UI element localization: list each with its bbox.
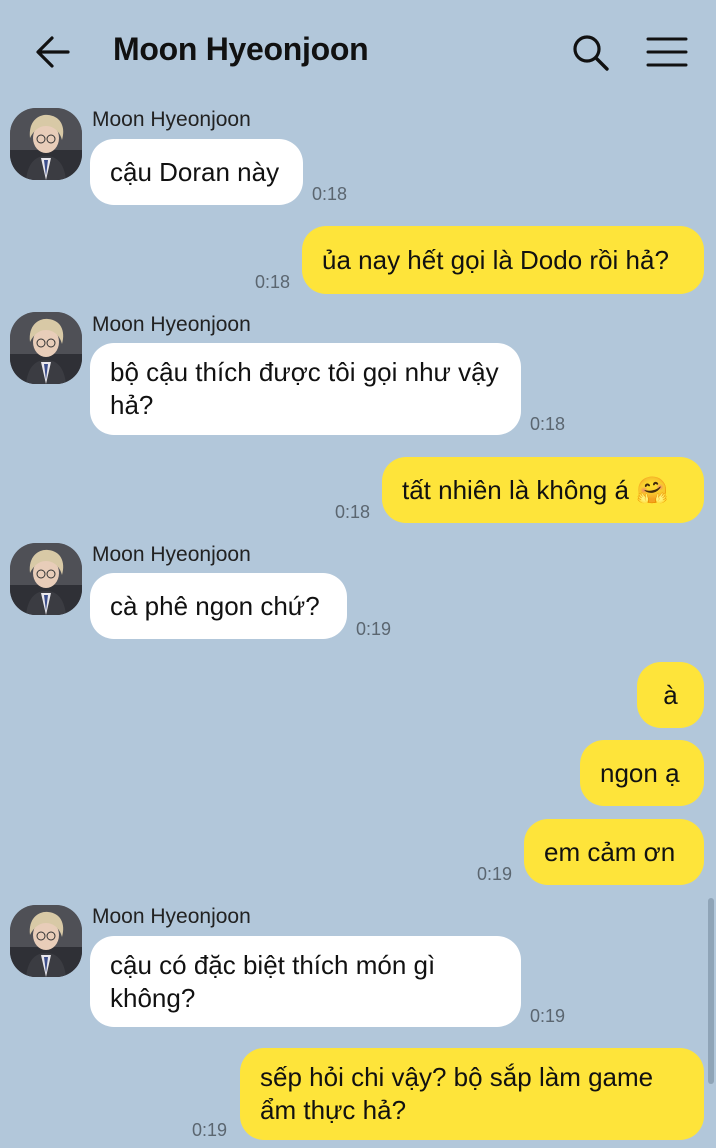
outgoing-message-bubble[interactable]: tất nhiên là không á 🤗 <box>382 457 704 523</box>
message-time: 0:19 <box>356 619 392 639</box>
message-time: 0:19 <box>192 1120 228 1140</box>
profile-photo-icon <box>10 312 82 384</box>
sender-name: Moon Hyeonjoon <box>92 313 251 336</box>
profile-photo-icon <box>10 543 82 615</box>
avatar[interactable] <box>10 905 82 977</box>
sender-name: Moon Hyeonjoon <box>92 543 251 566</box>
profile-photo-icon <box>10 108 82 180</box>
arrow-left-icon <box>36 36 70 68</box>
outgoing-message-bubble[interactable]: ủa nay hết gọi là Dodo rồi hả? <box>302 226 704 294</box>
message-time: 0:19 <box>477 864 513 884</box>
avatar[interactable] <box>10 543 82 615</box>
sender-name: Moon Hyeonjoon <box>92 108 251 131</box>
outgoing-message-bubble[interactable]: ngon ạ <box>580 740 704 806</box>
message-time: 0:18 <box>530 414 566 434</box>
hamburger-menu-icon <box>646 37 688 67</box>
message-time: 0:18 <box>255 272 291 292</box>
message-time: 0:18 <box>312 184 348 204</box>
profile-photo-icon <box>10 905 82 977</box>
search-icon <box>573 35 609 71</box>
chat-title: Moon Hyeonjoon <box>113 31 369 67</box>
outgoing-message-bubble[interactable]: em cảm ơn <box>524 819 704 885</box>
chat-header: Moon Hyeonjoon <box>0 0 716 100</box>
sender-name: Moon Hyeonjoon <box>92 905 251 928</box>
incoming-message-bubble[interactable]: cậu có đặc biệt thích món gì không? <box>90 936 521 1027</box>
search-button[interactable] <box>568 30 614 76</box>
incoming-message-bubble[interactable]: cà phê ngon chứ? <box>90 573 347 639</box>
scrollbar[interactable] <box>708 898 714 1084</box>
menu-button[interactable] <box>643 32 691 72</box>
message-time: 0:19 <box>530 1006 566 1026</box>
avatar[interactable] <box>10 108 82 180</box>
outgoing-message-bubble[interactable]: sếp hỏi chi vậy? bộ sắp làm game ẩm thực… <box>240 1048 704 1140</box>
avatar[interactable] <box>10 312 82 384</box>
outgoing-message-bubble[interactable]: à <box>637 662 704 728</box>
message-time: 0:18 <box>335 502 371 522</box>
back-button[interactable] <box>30 30 78 74</box>
incoming-message-bubble[interactable]: bộ cậu thích được tôi gọi như vậy hả? <box>90 343 521 435</box>
incoming-message-bubble[interactable]: cậu Doran này <box>90 139 303 205</box>
